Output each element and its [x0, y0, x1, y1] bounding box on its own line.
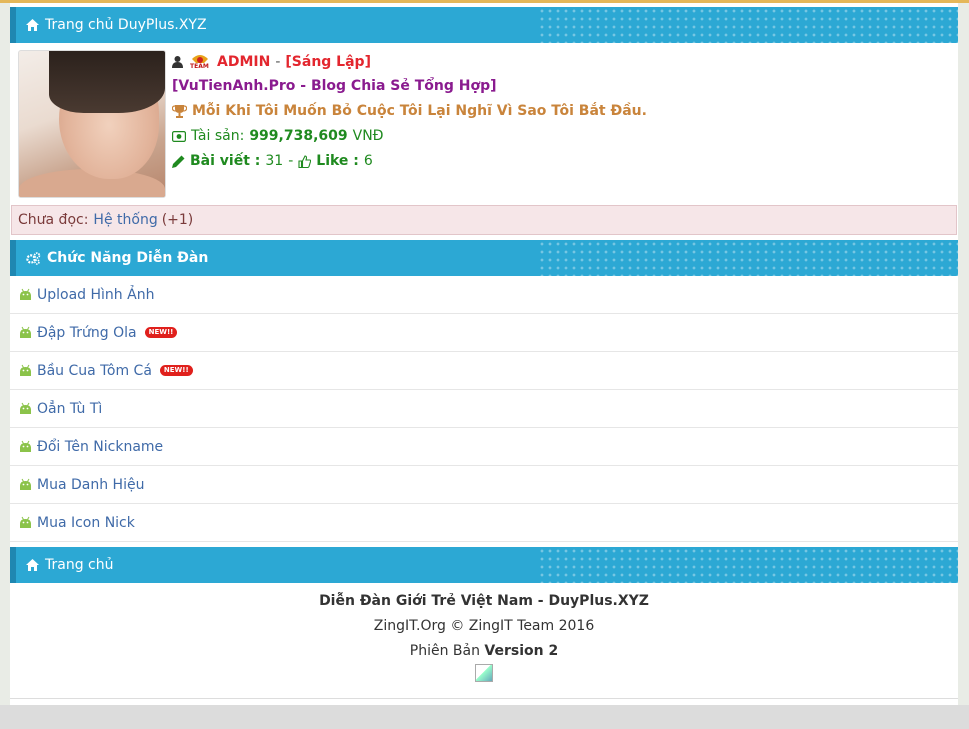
feature-egg-game[interactable]: Đập Trứng Ola NEW!!	[10, 314, 958, 352]
profile-quote: Mỗi Khi Tôi Muốn Bỏ Cuộc Tôi Lại Nghĩ Vì…	[192, 103, 647, 119]
role-title: [Sáng Lập]	[285, 54, 371, 70]
android-icon	[20, 440, 31, 452]
android-icon	[20, 364, 31, 376]
assets-unit: VNĐ	[352, 128, 384, 144]
new-badge: NEW!!	[144, 327, 178, 338]
assets-label: Tài sản:	[191, 128, 245, 144]
posts-value[interactable]: 31	[265, 153, 283, 169]
blog-line: [VuTienAnh.Pro - Blog Chia Sẻ Tổng Hợp]	[172, 78, 497, 94]
stats-separator: -	[288, 153, 294, 169]
team-badge-icon: TEAM	[188, 53, 212, 71]
feature-upload-image[interactable]: Upload Hình Ảnh	[10, 276, 958, 314]
trophy-icon	[172, 105, 187, 118]
footer-version: Phiên Bản Version 2	[409, 643, 559, 659]
android-icon	[20, 326, 31, 338]
footer-site-name: Diễn Đàn Giới Trẻ Việt Nam - DuyPlus.XYZ	[319, 593, 649, 609]
bottom-bar	[0, 705, 969, 729]
home-icon	[26, 559, 39, 571]
header-pattern	[538, 7, 958, 43]
feature-bau-cua[interactable]: Bầu Cua Tôm Cá NEW!!	[10, 352, 958, 390]
features-title: Chức Năng Diễn Đàn	[47, 250, 209, 266]
unread-notice: Chưa đọc: Hệ thống (+1)	[11, 205, 957, 235]
new-badge: NEW!!	[159, 365, 193, 376]
android-icon	[20, 288, 31, 300]
home-icon	[26, 19, 39, 31]
android-icon	[20, 516, 31, 528]
money-icon	[172, 130, 186, 142]
features-header: Chức Năng Diễn Đàn	[10, 240, 958, 276]
name-separator: -	[275, 54, 281, 70]
main-panel: Trang chủ DuyPlus.XYZ TEAM ADMIN - [Sáng…	[10, 3, 958, 705]
username[interactable]: ADMIN	[217, 54, 270, 70]
stats-line: Bài viết : 31 - Like : 6	[172, 153, 373, 169]
profile-name-line: TEAM ADMIN - [Sáng Lập]	[172, 53, 371, 71]
likes-value[interactable]: 6	[364, 153, 373, 169]
profile-card: TEAM ADMIN - [Sáng Lập] [VuTienAnh.Pro -…	[10, 43, 958, 203]
footer-copyright[interactable]: ZingIT.Org © ZingIT Team 2016	[10, 614, 958, 639]
feature-change-nickname[interactable]: Đổi Tên Nickname	[10, 428, 958, 466]
gears-icon	[26, 251, 41, 265]
quote-line: Mỗi Khi Tôi Muốn Bỏ Cuộc Tôi Lại Nghĩ Vì…	[172, 103, 647, 119]
android-icon	[20, 402, 31, 414]
home-bar[interactable]: Trang chủ	[10, 547, 958, 583]
unread-label: Chưa đọc:	[18, 212, 89, 228]
android-icon	[20, 478, 31, 490]
user-icon	[172, 56, 183, 68]
unread-system-link[interactable]: Hệ thống	[93, 212, 157, 228]
footer: Diễn Đàn Giới Trẻ Việt Nam - DuyPlus.XYZ…	[10, 583, 958, 689]
likes-label: Like :	[316, 153, 359, 169]
home-link[interactable]: Trang chủ	[45, 557, 113, 573]
features-list: Upload Hình Ảnh Đập Trứng Ola NEW!! Bầu …	[10, 276, 958, 542]
posts-label: Bài viết :	[190, 153, 261, 169]
assets-line: Tài sản: 999,738,609 VNĐ	[172, 128, 384, 144]
broken-image-icon	[475, 664, 493, 682]
feature-buy-title[interactable]: Mua Danh Hiệu	[10, 466, 958, 504]
footer-divider	[10, 698, 958, 699]
pencil-icon	[172, 155, 185, 168]
assets-value: 999,738,609	[249, 128, 348, 144]
header-bar[interactable]: Trang chủ DuyPlus.XYZ	[10, 7, 958, 43]
footer-image	[10, 664, 958, 689]
avatar[interactable]	[18, 50, 166, 198]
feature-rock-paper-scissors[interactable]: Oẳn Tù Tì	[10, 390, 958, 428]
feature-buy-icon-nick[interactable]: Mua Icon Nick	[10, 504, 958, 542]
unread-count: (+1)	[161, 212, 194, 228]
header-title[interactable]: Trang chủ DuyPlus.XYZ	[45, 17, 207, 33]
thumbs-up-icon	[298, 154, 312, 168]
